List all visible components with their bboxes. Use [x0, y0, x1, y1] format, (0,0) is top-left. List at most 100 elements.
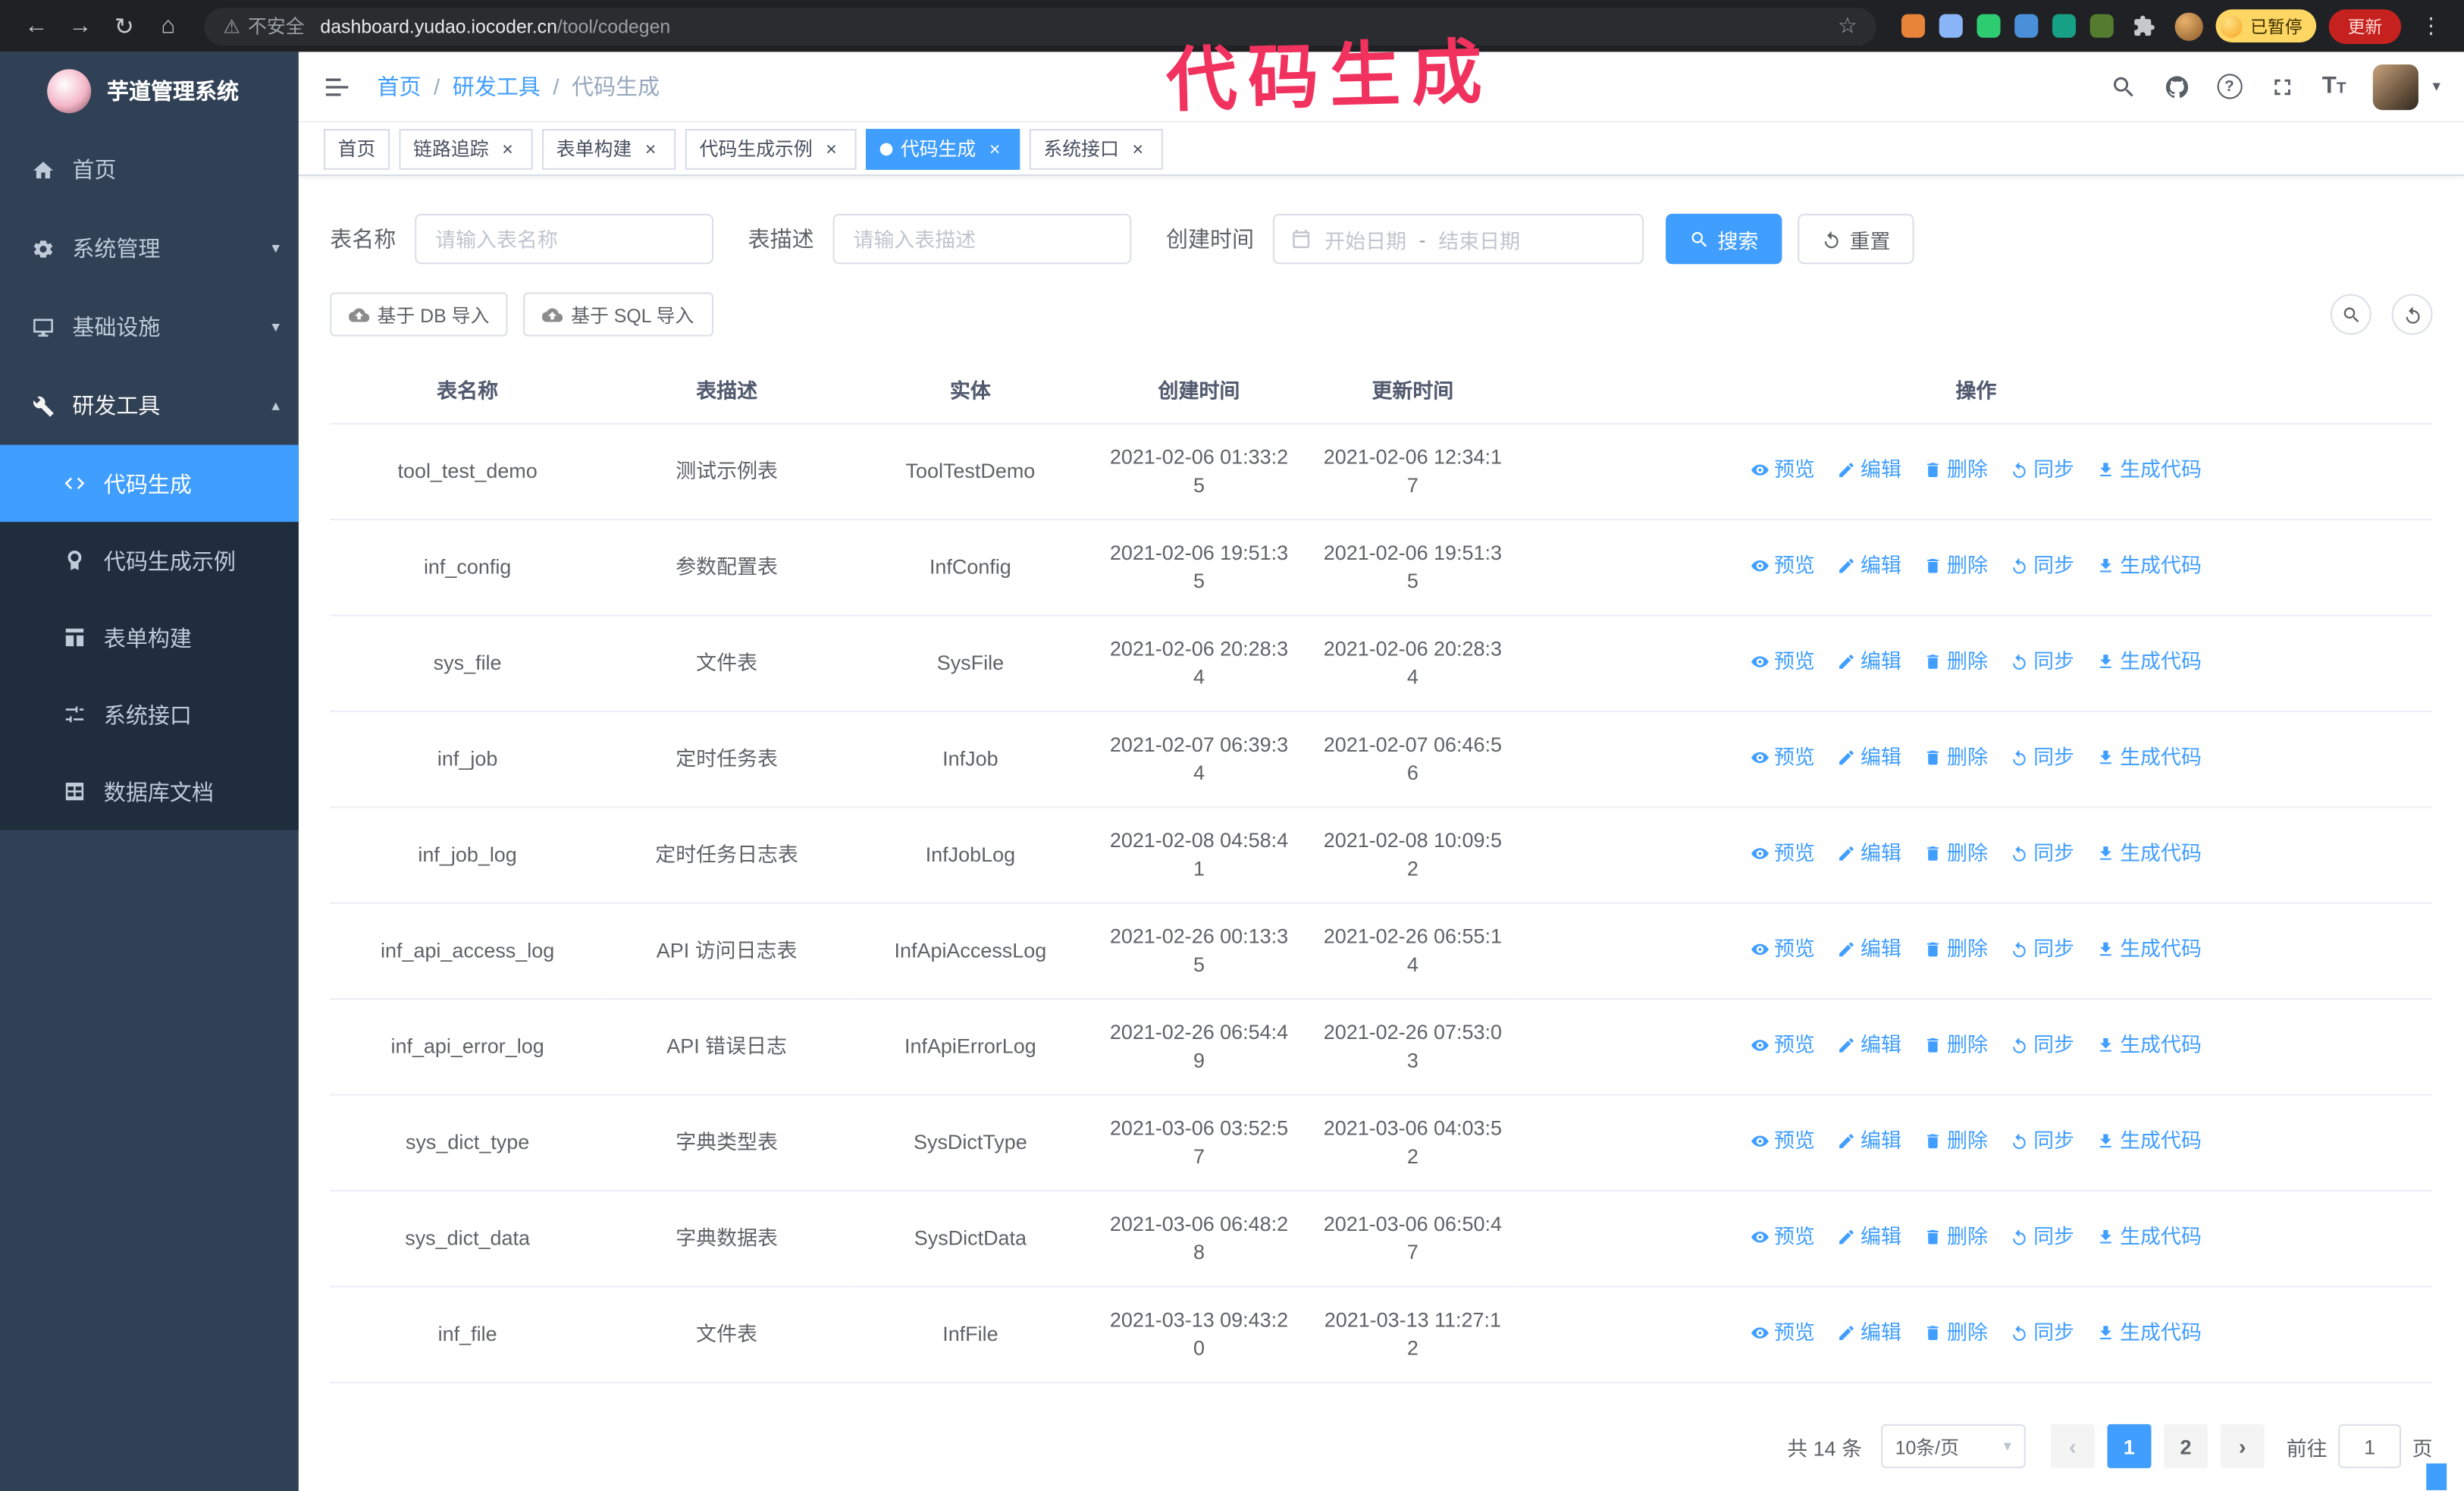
preview-link[interactable]: 预览 — [1751, 1127, 1815, 1155]
preview-link[interactable]: 预览 — [1751, 1223, 1815, 1251]
sync-link[interactable]: 同步 — [2010, 456, 2074, 484]
close-icon[interactable]: × — [984, 137, 1006, 159]
sidebar-item-infra[interactable]: 基础设施 ▾ — [0, 287, 299, 366]
sync-link[interactable]: 同步 — [2010, 935, 2074, 963]
extension-icon-3[interactable] — [1977, 14, 2001, 38]
table-desc-input[interactable] — [832, 213, 1132, 265]
sync-link[interactable]: 同步 — [2010, 552, 2074, 580]
tag-home[interactable]: 首页 — [323, 127, 390, 169]
delete-link[interactable]: 删除 — [1923, 648, 1988, 676]
close-icon[interactable]: × — [640, 137, 662, 159]
sync-link[interactable]: 同步 — [2010, 1127, 2074, 1155]
browser-back-icon[interactable]: ← — [16, 5, 57, 46]
generate-code-link[interactable]: 生成代码 — [2096, 1127, 2202, 1155]
browser-profile-avatar[interactable] — [2174, 11, 2203, 40]
sidebar-item-codegen-example[interactable]: 代码生成示例 — [0, 522, 299, 599]
edit-link[interactable]: 编辑 — [1837, 456, 1901, 484]
browser-forward-icon[interactable]: → — [60, 5, 101, 46]
search-button[interactable]: 搜索 — [1666, 213, 1782, 265]
sync-link[interactable]: 同步 — [2010, 648, 2074, 676]
delete-link[interactable]: 删除 — [1923, 935, 1988, 963]
sidebar-item-home[interactable]: 首页 — [0, 130, 299, 209]
date-range-picker[interactable]: 开始日期 - 结束日期 — [1272, 213, 1644, 265]
generate-code-link[interactable]: 生成代码 — [2096, 743, 2202, 771]
end-date-input[interactable]: 结束日期 — [1438, 224, 1520, 253]
edit-link[interactable]: 编辑 — [1837, 648, 1901, 676]
sidebar-item-form-builder[interactable]: 表单构建 — [0, 599, 299, 676]
next-page-button[interactable]: › — [2220, 1424, 2265, 1468]
delete-link[interactable]: 删除 — [1923, 743, 1988, 771]
breadcrumb-item-home[interactable]: 首页 — [377, 71, 421, 102]
preview-link[interactable]: 预览 — [1751, 1319, 1815, 1347]
preview-link[interactable]: 预览 — [1751, 552, 1815, 580]
generate-code-link[interactable]: 生成代码 — [2096, 648, 2202, 676]
extension-icon-5[interactable] — [2052, 14, 2077, 38]
edit-link[interactable]: 编辑 — [1837, 743, 1901, 771]
generate-code-link[interactable]: 生成代码 — [2096, 456, 2202, 484]
tag-codegen-example[interactable]: 代码生成示例 × — [685, 127, 857, 169]
sync-link[interactable]: 同步 — [2010, 1223, 2074, 1251]
search-icon[interactable] — [2110, 73, 2136, 99]
caret-down-icon[interactable]: ▾ — [2432, 78, 2440, 96]
edit-link[interactable]: 编辑 — [1837, 1223, 1901, 1251]
extension-icon-4[interactable] — [2014, 14, 2039, 38]
bookmark-star-icon[interactable]: ☆ — [1838, 13, 1857, 39]
reset-button[interactable]: 重置 — [1798, 213, 1914, 265]
sidebar-item-system-api[interactable]: 系统接口 — [0, 676, 299, 753]
preview-link[interactable]: 预览 — [1751, 840, 1815, 868]
edit-link[interactable]: 编辑 — [1837, 1319, 1901, 1347]
sync-link[interactable]: 同步 — [2010, 1319, 2074, 1347]
breadcrumb-item-devtools[interactable]: 研发工具 — [453, 71, 541, 102]
start-date-input[interactable]: 开始日期 — [1324, 224, 1406, 253]
import-db-button[interactable]: 基于 DB 导入 — [330, 292, 509, 337]
close-icon[interactable]: × — [497, 137, 519, 159]
help-icon[interactable]: ? — [2216, 74, 2243, 99]
delete-link[interactable]: 删除 — [1923, 1127, 1988, 1155]
address-bar[interactable]: ⚠ 不安全 dashboard.yudao.iocoder.cn/tool/co… — [204, 7, 1876, 46]
sync-link[interactable]: 同步 — [2010, 1031, 2074, 1059]
page-button-1[interactable]: 1 — [2107, 1424, 2152, 1468]
tag-codegen[interactable]: 代码生成 × — [866, 127, 1020, 169]
generate-code-link[interactable]: 生成代码 — [2096, 1223, 2202, 1251]
edit-link[interactable]: 编辑 — [1837, 935, 1901, 963]
table-name-input[interactable] — [415, 213, 714, 265]
generate-code-link[interactable]: 生成代码 — [2096, 1031, 2202, 1059]
delete-link[interactable]: 删除 — [1923, 456, 1988, 484]
paused-badge[interactable]: 已暂停 — [2215, 9, 2317, 42]
close-icon[interactable]: × — [1127, 137, 1149, 159]
close-icon[interactable]: × — [820, 137, 842, 159]
delete-link[interactable]: 删除 — [1923, 552, 1988, 580]
app-logo[interactable]: 芋道管理系统 — [0, 52, 299, 130]
sidebar-item-codegen[interactable]: 代码生成 — [0, 444, 299, 523]
delete-link[interactable]: 删除 — [1923, 840, 1988, 868]
browser-reload-icon[interactable]: ↻ — [104, 5, 145, 46]
extension-icon-2[interactable] — [1939, 14, 1963, 38]
generate-code-link[interactable]: 生成代码 — [2096, 935, 2202, 963]
page-size-select[interactable]: 10条/页 ▾ — [1880, 1424, 2026, 1468]
extension-icon-1[interactable] — [1901, 14, 1926, 38]
browser-update-button[interactable]: 更新 — [2328, 8, 2402, 43]
sidebar-item-system[interactable]: 系统管理 ▾ — [0, 209, 299, 288]
sync-link[interactable]: 同步 — [2010, 743, 2074, 771]
tag-tracer[interactable]: 链路追踪 × — [399, 127, 533, 169]
tag-form-builder[interactable]: 表单构建 × — [542, 127, 676, 169]
preview-link[interactable]: 预览 — [1751, 1031, 1815, 1059]
generate-code-link[interactable]: 生成代码 — [2096, 552, 2202, 580]
extension-icon-6[interactable] — [2089, 14, 2114, 38]
browser-home-icon[interactable]: ⌂ — [148, 5, 189, 46]
browser-menu-icon[interactable]: ⋮ — [2414, 13, 2449, 39]
generate-code-link[interactable]: 生成代码 — [2096, 840, 2202, 868]
edit-link[interactable]: 编辑 — [1837, 552, 1901, 580]
prev-page-button[interactable]: ‹ — [2050, 1424, 2095, 1468]
edit-link[interactable]: 编辑 — [1837, 1031, 1901, 1059]
delete-link[interactable]: 删除 — [1923, 1319, 1988, 1347]
user-avatar[interactable] — [2372, 63, 2419, 110]
preview-link[interactable]: 预览 — [1751, 648, 1815, 676]
sync-link[interactable]: 同步 — [2010, 840, 2074, 868]
generate-code-link[interactable]: 生成代码 — [2096, 1319, 2202, 1347]
delete-link[interactable]: 删除 — [1923, 1031, 1988, 1059]
page-button-2[interactable]: 2 — [2164, 1424, 2209, 1468]
github-icon[interactable] — [2163, 73, 2190, 99]
preview-link[interactable]: 预览 — [1751, 456, 1815, 484]
sidebar-item-db-doc[interactable]: 数据库文档 — [0, 753, 299, 830]
